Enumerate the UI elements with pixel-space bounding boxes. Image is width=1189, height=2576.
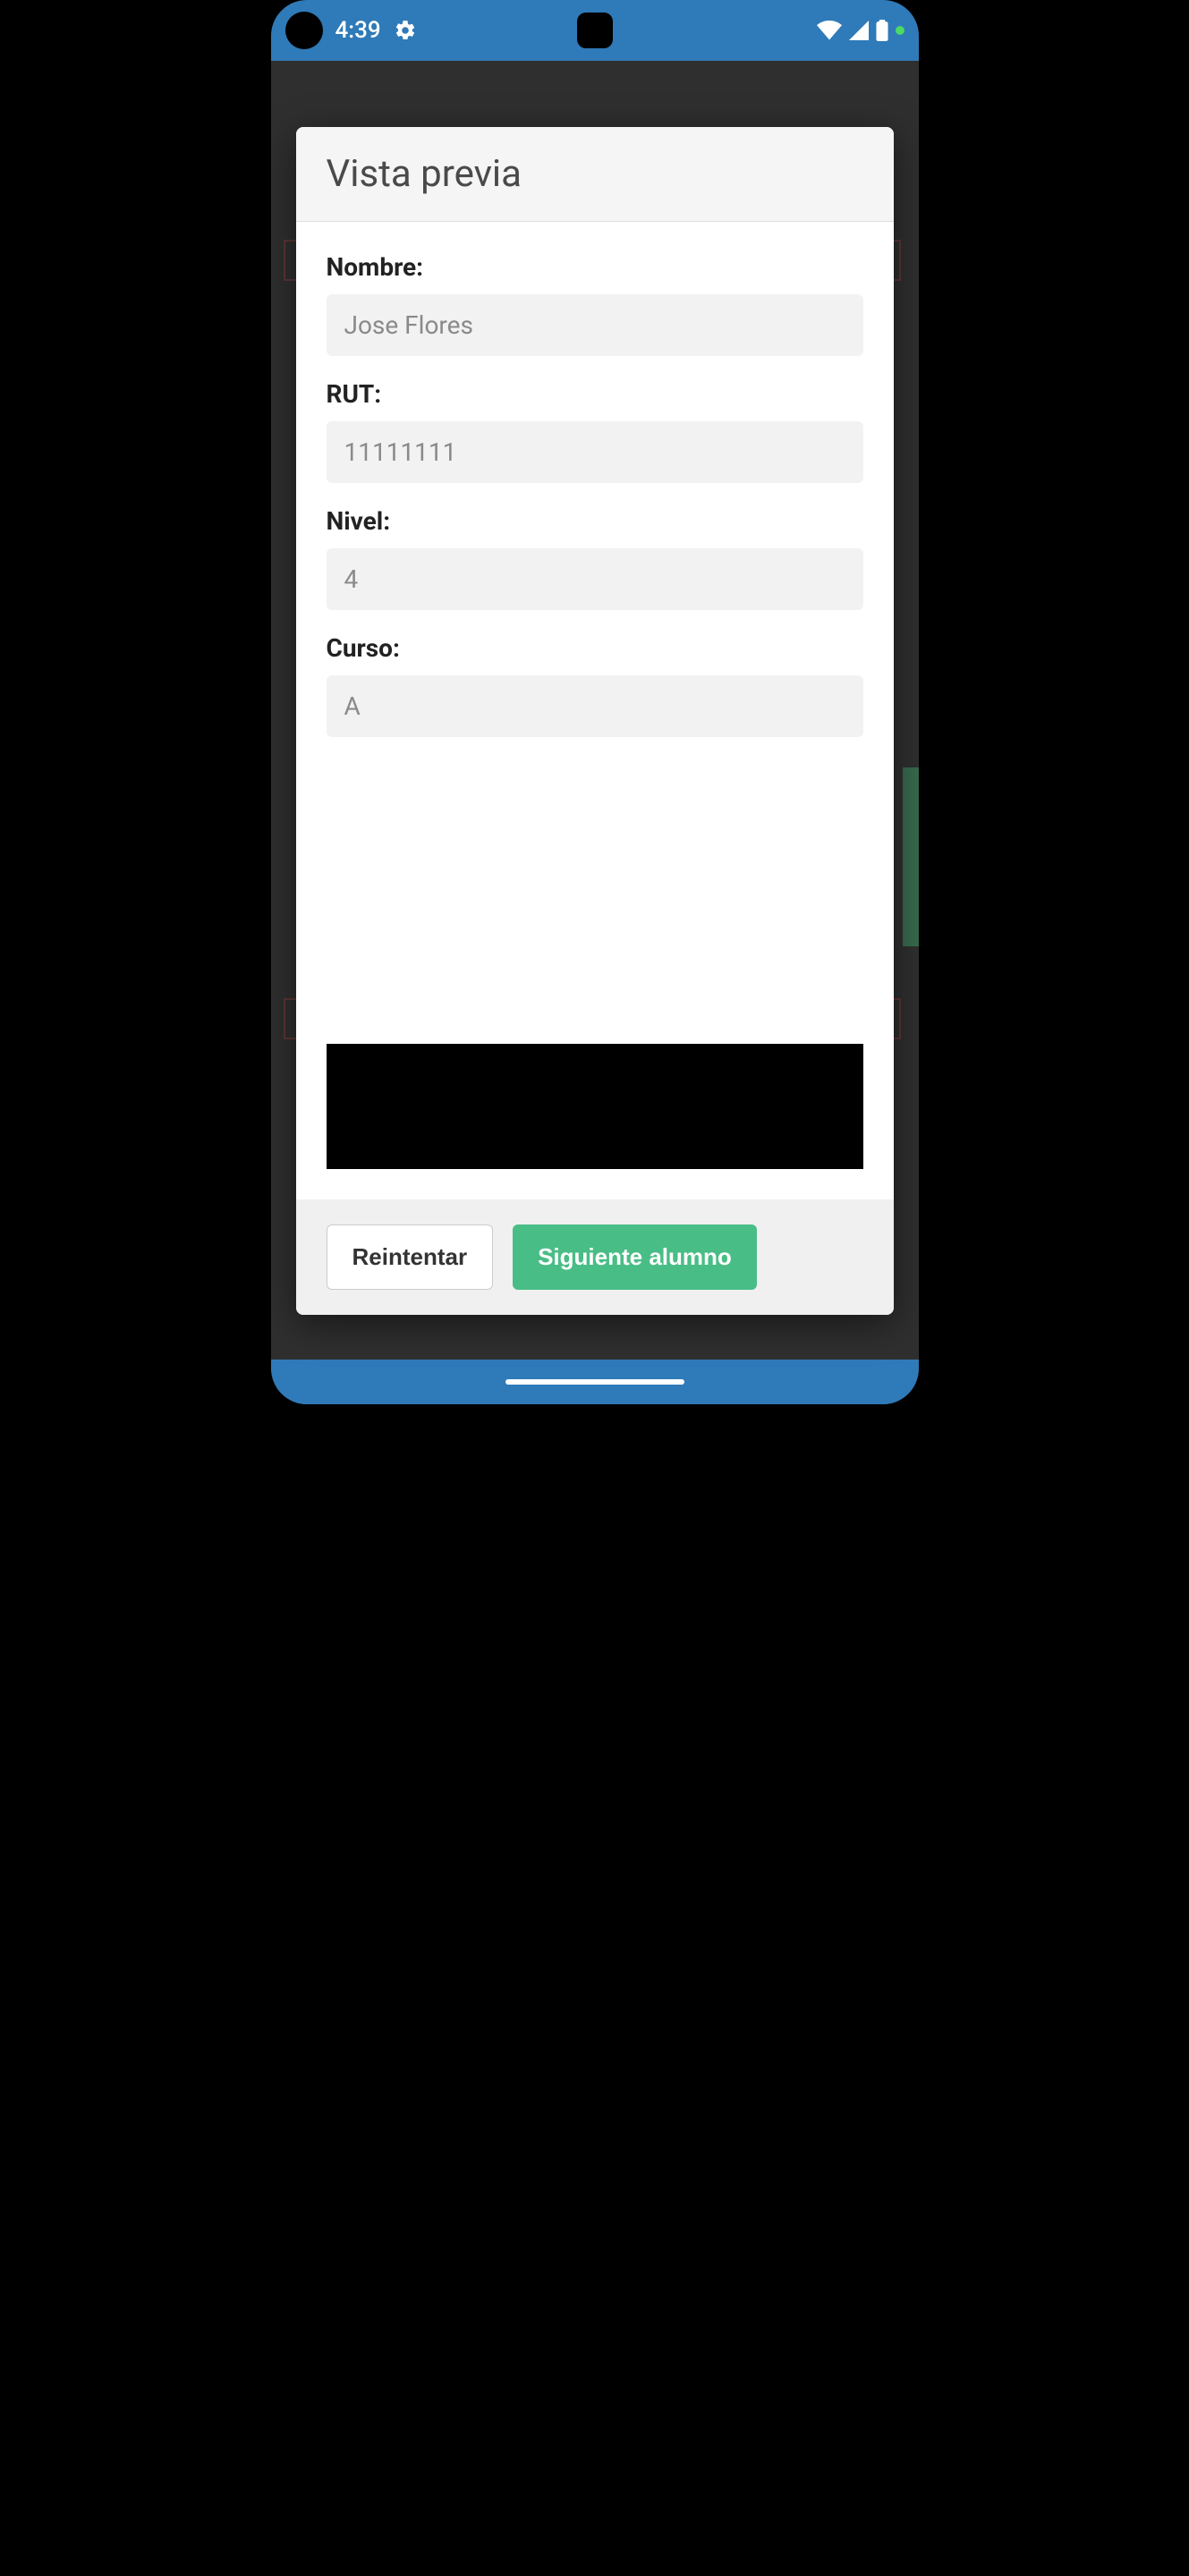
field-label-curso: Curso: <box>327 633 863 663</box>
status-time: 4:39 <box>335 17 381 44</box>
field-value-rut: 11111111 <box>327 421 863 483</box>
field-curso: Curso: A <box>327 633 863 737</box>
settings-icon <box>394 19 417 42</box>
cell-signal-icon <box>849 21 869 40</box>
preview-dialog: Vista previa Nombre: Jose Flores RUT: 11… <box>296 127 894 1315</box>
android-nav-bar <box>271 1360 919 1404</box>
image-preview-placeholder <box>327 1044 863 1169</box>
privacy-indicator-icon <box>896 26 904 35</box>
dialog-title: Vista previa <box>327 152 863 196</box>
device-frame: 4:39 Vista previa <box>271 0 919 1404</box>
status-bar: 4:39 <box>271 0 919 61</box>
camera-cutout <box>285 12 323 49</box>
field-label-nivel: Nivel: <box>327 506 863 536</box>
battery-icon <box>876 20 888 41</box>
field-value-nivel: 4 <box>327 548 863 610</box>
field-rut: RUT: 11111111 <box>327 379 863 483</box>
app-backdrop: Vista previa Nombre: Jose Flores RUT: 11… <box>271 61 919 1360</box>
status-right <box>817 20 904 41</box>
field-label-rut: RUT: <box>327 379 863 409</box>
retry-button[interactable]: Reintentar <box>327 1224 494 1290</box>
background-element <box>903 767 919 946</box>
field-nombre: Nombre: Jose Flores <box>327 252 863 356</box>
home-gesture-bar[interactable] <box>505 1379 684 1385</box>
status-left: 4:39 <box>285 12 417 49</box>
dialog-header: Vista previa <box>296 127 894 222</box>
field-value-nombre: Jose Flores <box>327 294 863 356</box>
field-value-curso: A <box>327 675 863 737</box>
field-nivel: Nivel: 4 <box>327 506 863 610</box>
next-student-button[interactable]: Siguiente alumno <box>513 1224 757 1290</box>
dialog-body[interactable]: Nombre: Jose Flores RUT: 11111111 Nivel:… <box>296 222 894 1199</box>
field-label-nombre: Nombre: <box>327 252 863 282</box>
notch <box>577 13 613 48</box>
wifi-icon <box>817 21 842 40</box>
spacer <box>327 760 863 1026</box>
dialog-footer: Reintentar Siguiente alumno <box>296 1199 894 1315</box>
